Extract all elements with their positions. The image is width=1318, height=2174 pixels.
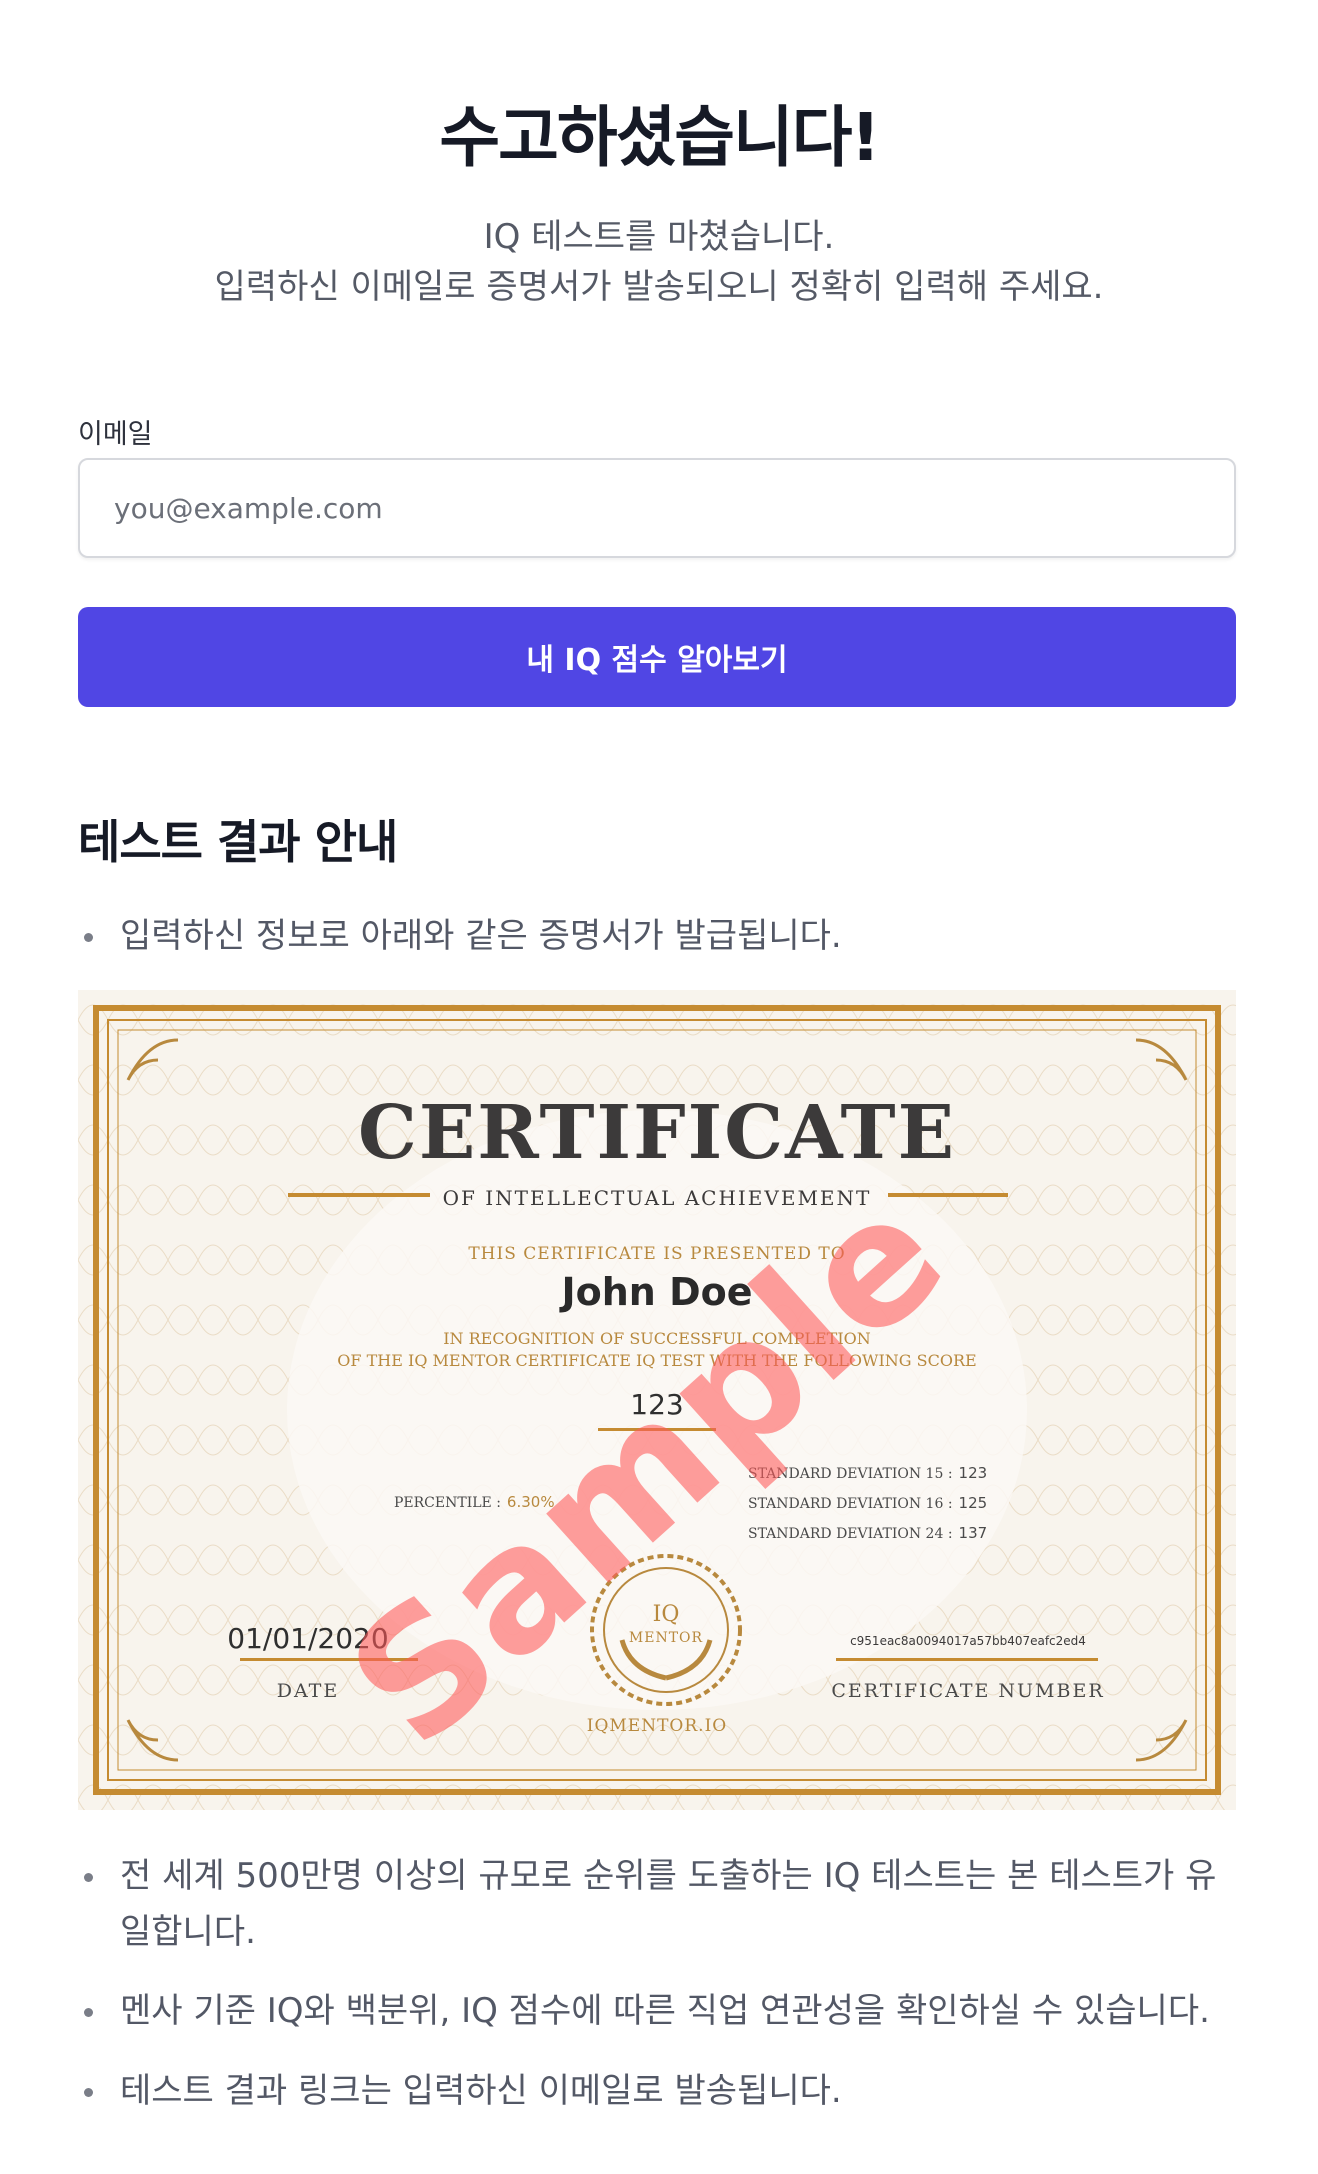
sd24-label: STANDARD DEVIATION 24 : — [748, 1526, 953, 1542]
list-item: 전 세계 500만명 이상의 규모로 순위를 도출하는 IQ 테스트는 본 테스… — [78, 1848, 1238, 1960]
sd15-value: 123 — [958, 1464, 988, 1482]
certificate-number-label: CERTIFICATE NUMBER — [831, 1680, 1105, 1702]
email-label: 이메일 — [78, 419, 153, 450]
certificate-url: IQMENTOR.IO — [586, 1716, 728, 1736]
page-subtitle: IQ 테스트를 마쳤습니다. 입력하신 이메일로 증명서가 발송되오니 정확히 … — [0, 212, 1318, 312]
certificate-name: John Doe — [561, 1270, 753, 1314]
certificate-subtitle: OF INTELLECTUAL ACHIEVEMENT — [442, 1186, 872, 1210]
sd16-label: STANDARD DEVIATION 16 : — [748, 1496, 953, 1512]
subtitle-line-2: 입력하신 이메일로 증명서가 발송되오니 정확히 입력해 주세요. — [214, 267, 1104, 307]
list-item: 테스트 결과 링크는 입력하신 이메일로 발송됩니다. — [78, 2063, 1238, 2119]
sd16-row: STANDARD DEVIATION 16 : 125 — [748, 1494, 1028, 1512]
list-item: 입력하신 정보로 아래와 같은 증명서가 발급됩니다. — [78, 908, 1238, 964]
sd16-value: 125 — [958, 1494, 988, 1512]
sd24-value: 137 — [958, 1524, 988, 1542]
certificate-sample-image: CERTIFICATE OF INTELLECTUAL ACHIEVEMENT … — [78, 990, 1236, 1810]
subtitle-line-1: IQ 테스트를 마쳤습니다. — [483, 217, 835, 257]
certificate-number: c951eac8a0094017a57bb407eafc2ed4 — [850, 1634, 1086, 1648]
list-item: 멘사 기준 IQ와 백분위, IQ 점수에 따른 직업 연관성을 확인하실 수 … — [78, 1983, 1238, 2039]
sd24-row: STANDARD DEVIATION 24 : 137 — [748, 1524, 1028, 1542]
seal-text-2: MENTOR — [628, 1630, 704, 1646]
submit-button[interactable]: 내 IQ 점수 알아보기 — [78, 607, 1236, 707]
page-title: 수고하셨습니다! — [439, 99, 880, 176]
certificate-presented-to: THIS CERTIFICATE IS PRESENTED TO — [468, 1244, 846, 1264]
section-heading: 테스트 결과 안내 — [78, 815, 398, 869]
email-field[interactable] — [78, 458, 1236, 558]
certificate-title: CERTIFICATE — [357, 1090, 957, 1176]
certificate-number-underline — [836, 1658, 1098, 1661]
